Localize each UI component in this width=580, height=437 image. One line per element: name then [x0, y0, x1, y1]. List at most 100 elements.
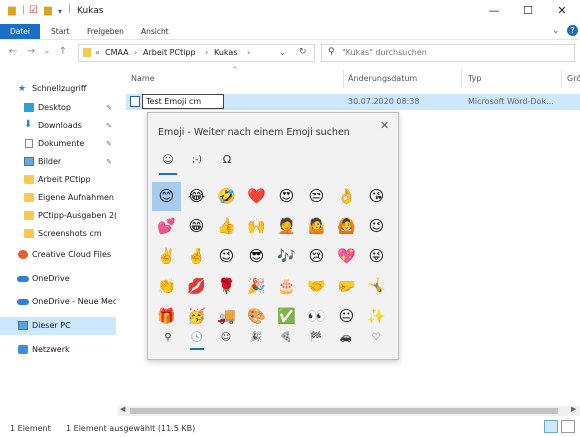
column-header-type[interactable]: Typ [468, 74, 481, 83]
emoji-cell[interactable]: 🤦 [272, 212, 301, 241]
sidebar-item-dokumente[interactable]: Dokumente ✎ [0, 135, 116, 153]
forward-button[interactable]: → [24, 46, 38, 57]
food-category-icon[interactable]: 🍕 [275, 332, 297, 343]
sidebar-item-downloads[interactable]: ⬇ Downloads ✎ [0, 117, 116, 135]
emoji-cell[interactable]: 💖 [332, 242, 361, 271]
column-header-name[interactable]: Name [131, 74, 155, 83]
tab-datei[interactable]: Datei [0, 24, 40, 39]
sidebar-item-arbeit-pctipp[interactable]: Arbeit PCtipp [0, 171, 116, 189]
help-icon[interactable]: ? [567, 25, 578, 36]
tab-symbols[interactable]: Ω [216, 153, 238, 166]
column-divider[interactable] [461, 70, 462, 88]
emoji-cell[interactable]: 😒 [302, 182, 331, 211]
emoji-cell[interactable]: 🎉 [242, 272, 271, 301]
emoji-cell[interactable]: 😍 [272, 182, 301, 211]
emoji-cell[interactable]: 👏 [152, 272, 181, 301]
column-header-date[interactable]: Änderungsdatum [348, 74, 417, 83]
folder-icon[interactable]: ▆ [44, 5, 52, 16]
emoji-cell[interactable]: 🎨 [242, 302, 271, 331]
tab-emoji[interactable]: ☺ [157, 153, 179, 166]
emoji-cell[interactable]: 😎 [242, 242, 271, 271]
sidebar-item-schnellzugriff[interactable]: ★ Schnellzugriff [0, 80, 116, 98]
pin-icon[interactable]: ✎ [106, 135, 112, 153]
search-input[interactable]: ⚲ "Kukas" durchsuchen [321, 44, 575, 62]
breadcrumb-overflow[interactable]: « [95, 48, 100, 57]
emoji-cell[interactable]: 🤸 [362, 272, 391, 301]
back-button[interactable]: ← [6, 46, 20, 57]
details-view-button[interactable] [544, 420, 558, 433]
emoji-cell[interactable]: 🤣 [212, 182, 241, 211]
scroll-left-icon[interactable]: ◀ [120, 405, 125, 413]
emoji-cell[interactable]: 🤝 [302, 272, 331, 301]
large-icons-view-button[interactable] [561, 420, 575, 433]
emoji-cell[interactable]: 😁 [182, 212, 211, 241]
emoji-cell[interactable]: ✌️ [152, 242, 181, 271]
address-bar[interactable]: « CMAA › Arbeit PCtipp › Kukas › ⌄ ↻ [78, 44, 315, 62]
up-button[interactable]: ↑ [56, 46, 70, 57]
emoji-cell[interactable]: 🤞 [182, 242, 211, 271]
address-dropdown-icon[interactable]: ⌄ [279, 48, 286, 57]
sidebar-item-onedrive[interactable]: OneDrive [0, 270, 116, 288]
emoji-cell[interactable]: 🙌 [242, 212, 271, 241]
search-icon[interactable]: ⚲ [157, 332, 179, 343]
scrollbar-thumb[interactable] [130, 408, 558, 414]
flag-category-icon[interactable]: 🏁 [305, 332, 327, 343]
emoji-cell[interactable]: 😢 [302, 242, 331, 271]
emoji-cell[interactable]: 😊 [152, 182, 181, 211]
column-divider[interactable] [561, 70, 562, 88]
emoji-cell[interactable]: 🎁 [152, 302, 181, 331]
checklist-icon[interactable]: ☑ [29, 5, 38, 16]
sidebar-item-screenshots-cm[interactable]: Screenshots cm [0, 225, 116, 243]
emoji-cell[interactable]: 👍 [212, 212, 241, 241]
close-icon[interactable]: ✕ [380, 119, 389, 132]
emoji-cell[interactable]: 💕 [152, 212, 181, 241]
heart-category-icon[interactable]: ♡ [365, 332, 387, 343]
refresh-button[interactable]: ↻ [299, 47, 307, 57]
sidebar-item-bilder[interactable]: Bilder ✎ [0, 153, 116, 171]
tab-start[interactable]: Start [44, 24, 76, 39]
sidebar-item-dieser-pc[interactable]: Dieser PC [0, 317, 116, 335]
emoji-cell[interactable]: ✨ [362, 302, 391, 331]
sidebar-item-creative-cloud-files[interactable]: Creative Cloud Files [0, 246, 116, 264]
celebration-category-icon[interactable]: 🎉 [245, 332, 267, 343]
close-button[interactable]: ✕ [544, 0, 580, 24]
tab-freigeben[interactable]: Freigeben [80, 24, 131, 39]
emoji-cell[interactable]: 😉 [362, 212, 391, 241]
minimize-button[interactable]: — [476, 0, 512, 24]
car-category-icon[interactable]: 🚗 [335, 332, 357, 343]
sidebar-item-onedrive-neue-medien[interactable]: OneDrive - Neue Mec [0, 293, 116, 311]
breadcrumb-item-arbeit-pctipp[interactable]: Arbeit PCtipp [143, 48, 196, 57]
pin-icon[interactable]: ✎ [106, 153, 112, 171]
tab-kaomoji[interactable]: ;-) [186, 155, 208, 165]
rename-input[interactable]: Test Emoji cm [142, 94, 224, 109]
emoji-cell[interactable]: ✅ [272, 302, 301, 331]
emoji-cell[interactable]: ❤️ [242, 182, 271, 211]
emoji-cell[interactable]: 🎶 [272, 242, 301, 271]
sidebar-item-desktop[interactable]: Desktop ✎ [0, 99, 116, 117]
dropdown-arrow-icon[interactable]: ▾ [58, 7, 62, 16]
emoji-cell[interactable]: 🌹 [212, 272, 241, 301]
emoji-cell[interactable]: 😉 [212, 242, 241, 271]
breadcrumb-item-cmaa[interactable]: CMAA [105, 48, 129, 57]
tab-ansicht[interactable]: Ansicht [134, 24, 176, 39]
emoji-cell[interactable]: 🥳 [182, 302, 211, 331]
emoji-cell[interactable]: 👀 [302, 302, 331, 331]
expand-ribbon-icon[interactable]: ⌄ [552, 26, 560, 36]
scroll-right-icon[interactable]: ▶ [571, 405, 576, 413]
emoji-cell[interactable]: 🙆 [332, 212, 361, 241]
emoji-cell[interactable]: 😘 [362, 182, 391, 211]
emoji-cell[interactable]: 🤷 [302, 212, 331, 241]
recent-clock-icon[interactable]: 🕓 [186, 332, 208, 343]
pin-icon[interactable]: ✎ [106, 117, 112, 135]
emoji-cell[interactable]: 😐 [332, 302, 361, 331]
emoji-cell[interactable]: 😂 [182, 182, 211, 211]
emoji-cell[interactable]: 🚚 [212, 302, 241, 331]
sidebar-item-eigene-aufnahmen[interactable]: Eigene Aufnahmen [0, 189, 116, 207]
sidebar-item-netzwerk[interactable]: Netzwerk [0, 341, 116, 359]
emoji-cell[interactable]: 😜 [362, 242, 391, 271]
pin-icon[interactable]: ✎ [106, 99, 112, 117]
emoji-cell[interactable]: 🤛 [332, 272, 361, 301]
recent-locations-button[interactable]: ⌄ [40, 46, 54, 55]
column-header-size[interactable]: Grö [567, 74, 580, 83]
smiley-category-icon[interactable]: ☺ [215, 332, 237, 343]
